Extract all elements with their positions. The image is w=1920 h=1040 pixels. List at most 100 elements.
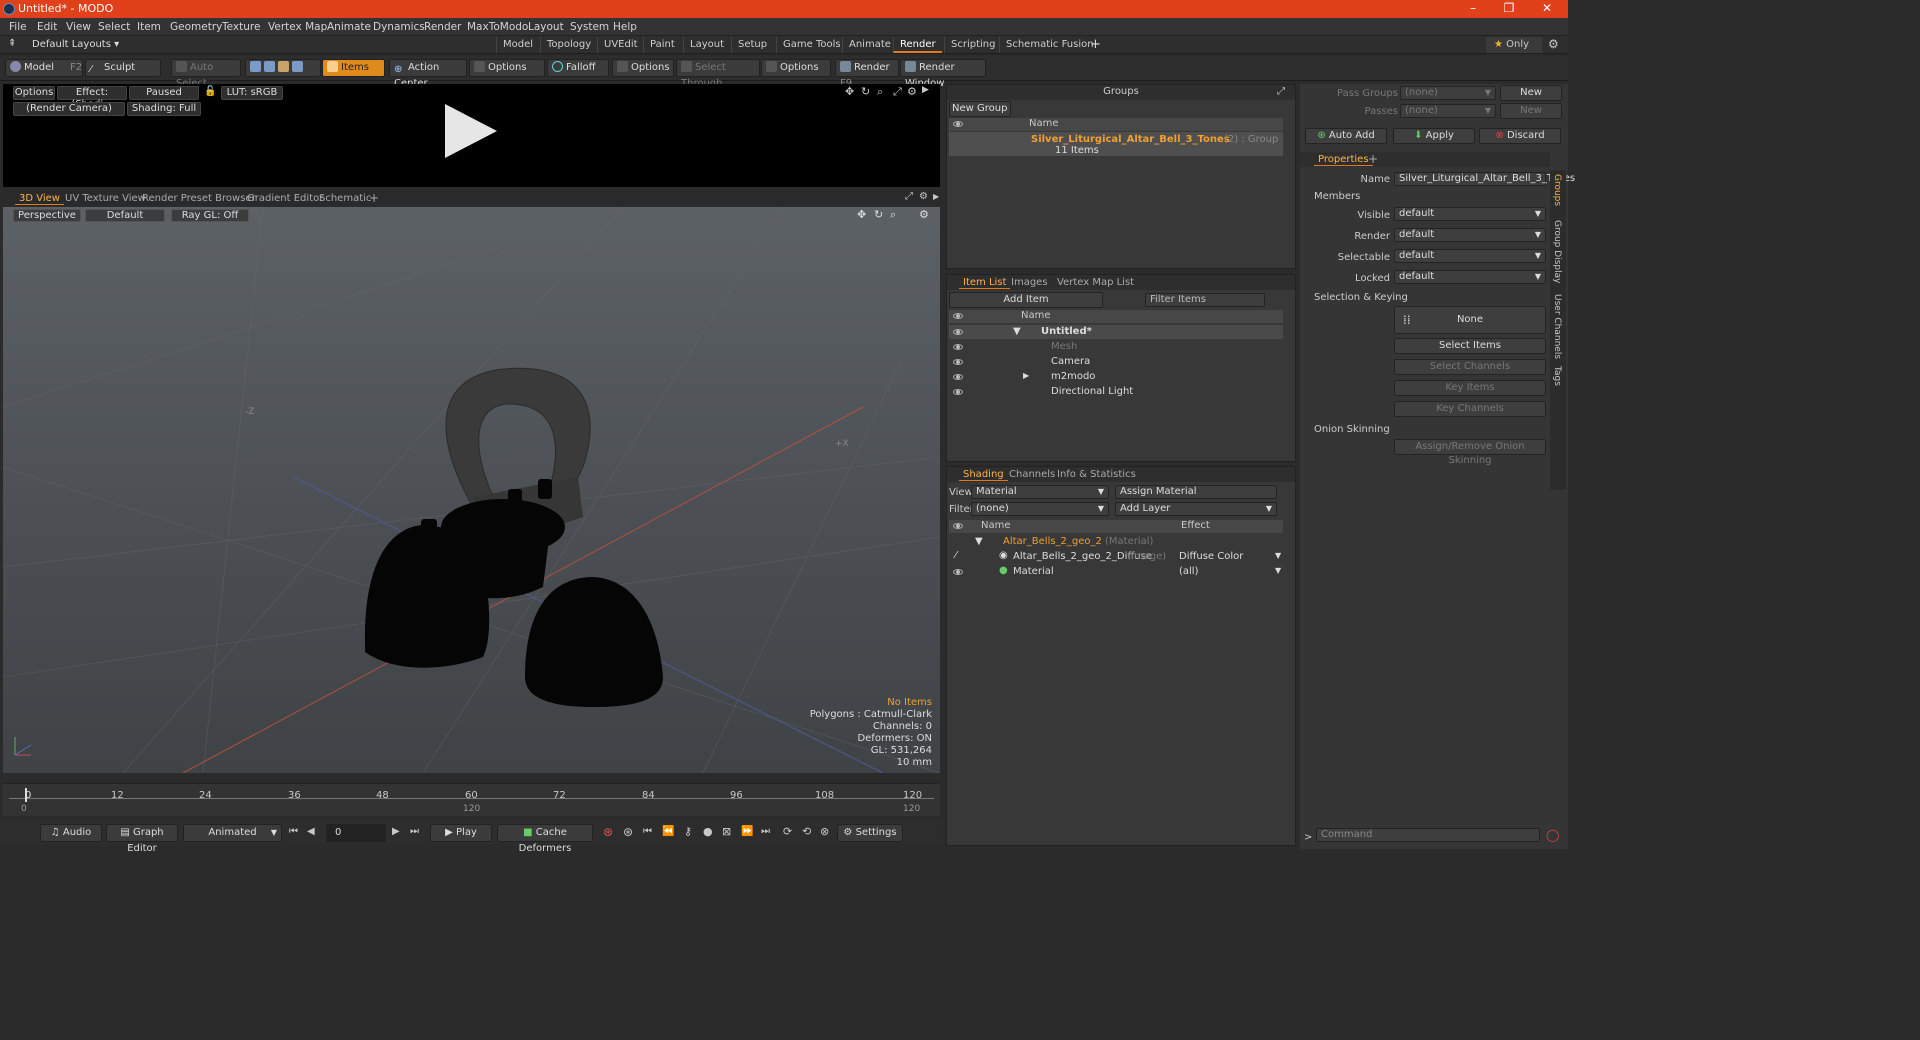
new-pass-group-button[interactable]: New xyxy=(1500,85,1562,101)
range-start[interactable]: 0 xyxy=(21,804,27,814)
add-tab-button[interactable]: + xyxy=(1090,37,1101,52)
zoom-icon[interactable]: ⌕ xyxy=(877,85,883,99)
next-key-icon[interactable]: ⏭ xyxy=(761,826,770,837)
eye-icon[interactable] xyxy=(953,329,963,335)
selectable-dropdown[interactable]: default ▼ xyxy=(1394,249,1546,263)
tab-scripting[interactable]: Scripting xyxy=(944,37,1001,53)
skip-start-icon[interactable]: ⏮ xyxy=(289,826,298,837)
list-item[interactable]: Camera xyxy=(949,355,1283,369)
discard-button[interactable]: ⊗ Discard xyxy=(1479,128,1561,144)
polygons-icon[interactable] xyxy=(278,61,289,72)
tab-model[interactable]: Model xyxy=(496,37,539,53)
apply-button[interactable]: ⬇ Apply xyxy=(1393,128,1475,144)
timeline[interactable]: 0 12 24 36 48 60 72 84 96 108 120 0 120 … xyxy=(3,783,940,816)
select-through-button[interactable]: Select Through xyxy=(676,59,760,89)
move-icon[interactable]: ✥ xyxy=(845,85,854,98)
tab-vertex-map-list[interactable]: Vertex Map List xyxy=(1053,276,1138,289)
move-icon[interactable]: ✥ xyxy=(857,208,866,221)
eye-icon[interactable] xyxy=(953,389,963,395)
cache-deformers-button[interactable]: ■ Cache Deformers xyxy=(497,824,593,854)
menu-texture[interactable]: Texture xyxy=(222,21,260,33)
auto-select-button[interactable]: Auto Select xyxy=(171,59,241,89)
side-tab-tags[interactable]: Tags xyxy=(1552,366,1562,386)
record-key-icon[interactable]: ⊛ xyxy=(603,825,613,839)
locked-dropdown[interactable]: default ▼ xyxy=(1394,270,1546,284)
expand-icon[interactable]: ▶ xyxy=(1023,371,1029,380)
passes-dropdown[interactable]: (none) ▼ xyxy=(1400,104,1496,118)
group-name-input[interactable]: Silver_Liturgical_Altar_Bell_3_Tones xyxy=(1394,172,1575,186)
expand-icon[interactable]: ⤢ xyxy=(1277,86,1285,97)
visible-dropdown[interactable]: default ▼ xyxy=(1394,207,1546,221)
settings-button[interactable]: ⚙ Settings xyxy=(837,824,903,842)
filter-dropdown[interactable]: (none) ▼ xyxy=(971,502,1109,516)
list-item[interactable]: Directional Light xyxy=(949,385,1283,399)
auto-key-icon[interactable]: ⊛ xyxy=(623,825,633,839)
falloff-button[interactable]: Falloff xyxy=(547,59,609,77)
lut-dropdown[interactable]: LUT: sRGB xyxy=(221,86,283,100)
animated-dropdown[interactable]: Animated ▼ xyxy=(183,824,282,842)
menu-geometry[interactable]: Geometry xyxy=(170,21,222,33)
tab-uv-texture-view[interactable]: UV Texture View xyxy=(61,192,150,205)
list-item[interactable]: ▼ Untitled* xyxy=(949,325,1283,339)
filter-icon[interactable]: ⊗ xyxy=(820,825,829,838)
tab-info-statistics[interactable]: Info & Statistics xyxy=(1053,468,1140,481)
menu-view[interactable]: View xyxy=(66,21,91,33)
prev-key-step-icon[interactable]: ⏪ xyxy=(662,826,674,837)
default-style-dropdown[interactable]: Default xyxy=(85,209,165,222)
none-button[interactable]: ⁞⁞ None xyxy=(1394,306,1546,334)
menu-file[interactable]: File xyxy=(9,21,27,33)
step-forward-icon[interactable]: ▶ xyxy=(392,826,400,837)
materials-icon[interactable] xyxy=(292,61,303,72)
sculpt-mode-button[interactable]: ⁄ Sculpt xyxy=(85,59,161,77)
set-key-icon[interactable]: ● xyxy=(703,825,713,838)
command-input[interactable]: Command xyxy=(1316,828,1540,842)
menu-vertex-map[interactable]: Vertex Map xyxy=(268,21,327,33)
assign-onion-skinning-button[interactable]: Assign/Remove Onion Skinning xyxy=(1394,439,1546,466)
prev-key-icon[interactable]: ⏮ xyxy=(643,826,652,837)
rotate-icon[interactable]: ↻ xyxy=(874,208,883,221)
skip-end-icon[interactable]: ⏭ xyxy=(410,826,419,837)
perspective-dropdown[interactable]: Perspective xyxy=(13,209,81,222)
menu-dynamics[interactable]: Dynamics xyxy=(373,21,425,33)
pass-groups-dropdown[interactable]: (none) ▼ xyxy=(1400,86,1496,100)
layer-effect[interactable]: (all) xyxy=(1179,566,1199,577)
add-viewport-tab-button[interactable]: + xyxy=(365,192,383,205)
auto-add-button[interactable]: ⊕ Auto Add xyxy=(1305,128,1387,144)
graph-editor-button[interactable]: ▤ Graph Editor xyxy=(106,824,178,854)
minimize-button[interactable]: – xyxy=(1456,0,1490,18)
loop-icon[interactable]: ⟳ xyxy=(783,825,792,838)
delete-key-icon[interactable]: ⊠ xyxy=(722,825,731,838)
key-items-button[interactable]: Key Items xyxy=(1394,380,1546,396)
play-button[interactable]: ▶ Play xyxy=(430,824,492,842)
only-toggle[interactable]: ★ Only xyxy=(1486,37,1542,53)
menu-help[interactable]: Help xyxy=(613,21,637,33)
action-center-button[interactable]: ⊕Action Center xyxy=(389,59,467,89)
menu-maxtomodo[interactable]: MaxToModo xyxy=(467,21,528,33)
assign-material-button[interactable]: Assign Material xyxy=(1115,485,1277,499)
add-layer-dropdown[interactable]: Add Layer ▼ xyxy=(1115,502,1277,516)
members-section[interactable]: Members xyxy=(1314,191,1360,202)
view-dropdown[interactable]: Material ▼ xyxy=(971,485,1109,499)
model-mode-button[interactable]: Model F2 xyxy=(5,59,83,77)
group-row[interactable]: Silver_Liturgical_Altar_Bell_3_Tones (2)… xyxy=(949,132,1283,156)
layer-effect[interactable]: Diffuse Color xyxy=(1179,551,1243,562)
render-dropdown[interactable]: default ▼ xyxy=(1394,228,1546,242)
eye-icon[interactable] xyxy=(953,374,963,380)
step-back-icon[interactable]: ◀ xyxy=(307,826,315,837)
select-items-button[interactable]: Select Items xyxy=(1394,338,1546,354)
close-button[interactable]: ✕ xyxy=(1530,0,1564,18)
default-layouts-dropdown[interactable]: Default Layouts ▾ xyxy=(32,39,119,50)
falloff-options-button[interactable]: Options xyxy=(612,59,674,77)
settings-icon[interactable]: ⚙ xyxy=(919,208,929,221)
menu-system[interactable]: System xyxy=(570,21,609,33)
tab-render-preset-browser[interactable]: Render Preset Browser xyxy=(138,192,260,205)
tab-images[interactable]: Images xyxy=(1007,276,1052,289)
render-button[interactable]: Render F9 xyxy=(835,59,899,89)
table-row[interactable]: ▼ Altar_Bells_2_geo_2 (Material) xyxy=(949,535,1283,549)
arrow-right-icon[interactable]: ▶ xyxy=(922,85,929,95)
tab-setup[interactable]: Setup xyxy=(731,37,773,53)
onion-skinning-section[interactable]: Onion Skinning xyxy=(1314,424,1390,435)
range-mid[interactable]: 120 xyxy=(463,804,480,814)
side-tab-groups[interactable]: Groups xyxy=(1552,174,1562,206)
table-row[interactable]: ⁄ ◉ Altar_Bells_2_geo_2_Diffuse (Image) Diff… xyxy=(949,550,1283,564)
